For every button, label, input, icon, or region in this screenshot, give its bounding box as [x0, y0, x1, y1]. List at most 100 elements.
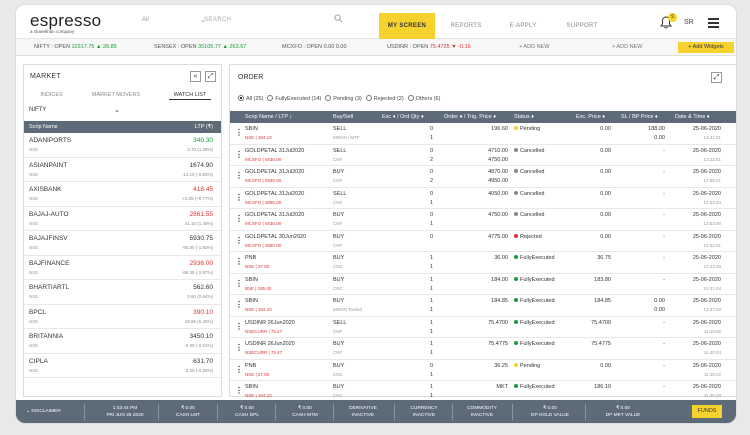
order-scrip: PNB [245, 362, 257, 369]
order-exc-price: 186.10 [594, 384, 611, 390]
radio-icon [365, 95, 372, 101]
column-order-price[interactable]: Order ♦ / Trig. Price ♦ [444, 114, 496, 120]
add-new-ticker-button[interactable]: + ADD NEW [519, 44, 549, 50]
tab-indices[interactable]: INDICES [34, 92, 69, 98]
column-scrip[interactable]: Scrip Name / LTP ↕ [245, 114, 292, 120]
order-row[interactable]: ⋮ GOLDPETAL 31Jul2020 MCXFO | 4936.00 BUY CN… [230, 209, 736, 231]
ticker-nifty[interactable]: NIFTY : OPEN 10317.75 ▲ 28.85 [34, 44, 117, 50]
column-exc-qty[interactable]: Exc ♦ / Ord Qty ♦ [382, 114, 424, 120]
order-row[interactable]: ⋮ USDINR 26Jun2020 NSECURR | 75.47 SELL CNF 1… [230, 317, 736, 338]
footer-stat[interactable]: ₹ 0.00 CASH LMT [162, 405, 214, 419]
tab-e-apply[interactable]: E-APPLY [498, 13, 548, 39]
order-scrip-ltp: MCXFO | 4860.00 [245, 242, 282, 248]
column-sl-bp-price[interactable]: SL / BP Price ♦ [621, 114, 658, 120]
footer-stat[interactable]: ₹ 0.00 DP HOLD VALUE [516, 405, 584, 419]
order-status: Cancelled [514, 169, 544, 175]
ticker-usdinr[interactable]: USDINR : OPEN 75.4725 ▼ -0.16 [387, 44, 471, 50]
more-options-icon[interactable]: ⋮ [235, 300, 243, 309]
order-row[interactable]: ⋮ GOLDPETAL 31Jul2020 MCXFO | 4896.00 SELL C… [230, 188, 736, 209]
scrip-ltp: 1674.90 [189, 161, 214, 169]
tab-support[interactable]: SUPPORT [556, 13, 608, 39]
watchlist-row[interactable]: BRITANNIA NSE 3450.10 -0.30 (-0.01%) [24, 329, 221, 354]
order-date: 25-06-2020 [692, 341, 721, 347]
order-side: BUY [333, 298, 345, 304]
hamburger-menu-icon[interactable] [708, 18, 719, 28]
disclaimer-toggle[interactable]: ⌄ DISCLAIMER [26, 408, 61, 415]
watchlist-header: Scrip Name LTP (₹) [24, 121, 221, 133]
watchlist-row[interactable]: CIPLA NSE 631.70 -3.20 (-0.50%) [24, 354, 221, 378]
column-date-time[interactable]: Date & Time ♦ [675, 114, 710, 120]
column-ltp[interactable]: LTP (₹) [195, 124, 213, 130]
tab-reports[interactable]: REPORTS [441, 13, 491, 39]
order-row[interactable]: ⋮ SBIN NSE | 184.10 SELL MRGN / MTF 0 1 196.60 P… [230, 123, 736, 145]
tab-market-movers[interactable]: MARKET MOVERS [86, 92, 146, 98]
order-date: 25-06-2020 [692, 169, 721, 175]
column-scrip-name[interactable]: Scrip Name [29, 124, 58, 130]
search-icon[interactable] [334, 14, 343, 23]
app-window: espresso a sharekhan company All ⌄ SEARC… [15, 4, 737, 424]
filter-radio[interactable]: All (25) [238, 95, 263, 102]
watchlist-row[interactable]: BAJFINANCE NSE 2936.00 -86.35 (-2.87%) [24, 256, 221, 280]
more-options-icon[interactable]: ⋮ [235, 279, 243, 288]
more-options-icon[interactable]: ⋮ [235, 236, 243, 245]
more-options-icon[interactable]: ⋮ [235, 150, 243, 159]
scrip-ltp: 390.10 [193, 308, 213, 316]
watchlist-row[interactable]: BAJAJ-AUTO NSE 2861.55 41.10 (1.46%) [24, 207, 221, 231]
more-options-icon[interactable]: ⋮ [235, 343, 243, 352]
more-options-icon[interactable]: ⋮ [235, 214, 243, 223]
add-new-ticker-button[interactable]: + ADD NEW [612, 44, 642, 50]
filter-radio[interactable]: Rejected (2) [365, 95, 404, 102]
watchlist-select[interactable]: NIFTY ⌄ [29, 107, 120, 114]
watchlist-row[interactable]: ASIANPAINT NSE 1674.90 -14.10 (-0.83%) [24, 158, 221, 182]
order-side: BUY [333, 384, 345, 390]
scrip-exchange: NSE [29, 367, 39, 373]
tab-watch-list[interactable]: WATCH LIST [169, 92, 211, 100]
column-buy-sell[interactable]: Buy/Sell [333, 114, 353, 120]
filter-radio[interactable]: Others (6) [407, 95, 440, 102]
order-row[interactable]: ⋮ GOLDPETAL 30Jun2020 MCXFO | 4860.00 BUY CN… [230, 231, 736, 252]
footer-stat[interactable]: DERIVATIVE INACTIVE [337, 405, 389, 419]
tab-my-screen[interactable]: MY SCREEN [379, 13, 435, 39]
more-options-icon[interactable]: ⋮ [235, 365, 243, 374]
order-row[interactable]: ⋮ GOLDPETAL 31Jul2020 MCXFO | 4936.00 BUY CN… [230, 166, 736, 188]
footer-stat[interactable]: ₹ 0.00 CASH MTM [279, 405, 331, 419]
column-status[interactable]: Status ♦ [514, 114, 534, 120]
more-options-icon[interactable]: ⋮ [235, 322, 243, 331]
footer-stat[interactable]: ₹ 0.00 CASH DPL [221, 405, 273, 419]
watchlist-row[interactable]: BHARTIARTL NSE 562.60 3.60 (0.64%) [24, 280, 221, 305]
more-options-icon[interactable]: ⋮ [235, 193, 243, 202]
column-exc-price[interactable]: Exc. Price ♦ [576, 114, 605, 120]
more-options-icon[interactable]: ⋮ [235, 386, 243, 395]
watchlist-row[interactable]: BAJAJFINSV NSE 5930.75 -90.80 (-1.50%) [24, 231, 221, 256]
scrip-symbol: BRITANNIA [29, 333, 64, 340]
filter-radio[interactable]: FullyExecuted (14) [267, 95, 321, 102]
expand-icon[interactable]: ⤢ [711, 72, 722, 83]
order-row[interactable]: ⋮ PNB NSE | 37.00 BUY CNC 0 1 36.25 Pending 0.00 -… [230, 360, 736, 381]
more-options-icon[interactable]: ⋮ [235, 257, 243, 266]
brand-logo[interactable]: espresso a sharekhan company [30, 11, 101, 34]
order-row[interactable]: ⋮ USDINR 26Jun2020 NSECURR | 75.47 BUY CNF 1 1… [230, 338, 736, 360]
footer-stat[interactable]: CURRENCY INACTIVE [398, 405, 450, 419]
more-options-icon[interactable]: ⋮ [235, 171, 243, 180]
order-row[interactable]: ⋮ SBIN BSE | 185.00 BUY CNC 1 1 184.00 FullyExec… [230, 274, 736, 295]
search-input[interactable]: SEARCH [204, 17, 231, 23]
add-widgets-button[interactable]: + Add Widgets [678, 42, 734, 53]
order-row[interactable]: ⋮ PNB NSE | 37.00 BUY CNC 1 1 36.00 FullyExecute… [230, 252, 736, 274]
avatar[interactable]: SR [684, 19, 694, 26]
watchlist-row[interactable]: ADANIPORTS NSE 340.30 3.70 (1.08%) [24, 133, 221, 158]
funds-button[interactable]: FUNDS [692, 405, 722, 418]
expand-icon[interactable]: ⤢ [205, 71, 216, 82]
order-row[interactable]: ⋮ GOLDPETAL 31Jul2020 MCXFO | 4936.00 SELL C… [230, 145, 736, 166]
filter-radio[interactable]: Pending (3) [325, 95, 362, 102]
more-options-icon[interactable]: ⋮ [235, 128, 243, 137]
watchlist-row[interactable]: AXISBANK NSE 418.45 +3.25 (+0.77%) [24, 182, 221, 207]
segment-select[interactable]: All ⌄ [142, 17, 206, 24]
watchlist-row[interactable]: BPCL NSE 390.10 19.85 (5.36%) [24, 305, 221, 329]
footer-stat[interactable]: ₹ 0.00 DP MKT VALUE [589, 405, 657, 419]
order-row[interactable]: ⋮ SBIN NSE | 184.10 BUY MRGN Traded 1 1 184.85 F… [230, 295, 736, 317]
ticker-sensex[interactable]: SENSEX : OPEN 35105.77 ▲ 263.67 [154, 44, 246, 50]
footer-stat[interactable]: COMMODITY INACTIVE [456, 405, 508, 419]
ticker-mcxfo[interactable]: MCXFO : OPEN 0.00 0.00 [282, 44, 347, 50]
collapse-icon[interactable]: « [190, 71, 201, 82]
scrip-ltp: 2861.55 [189, 210, 214, 218]
